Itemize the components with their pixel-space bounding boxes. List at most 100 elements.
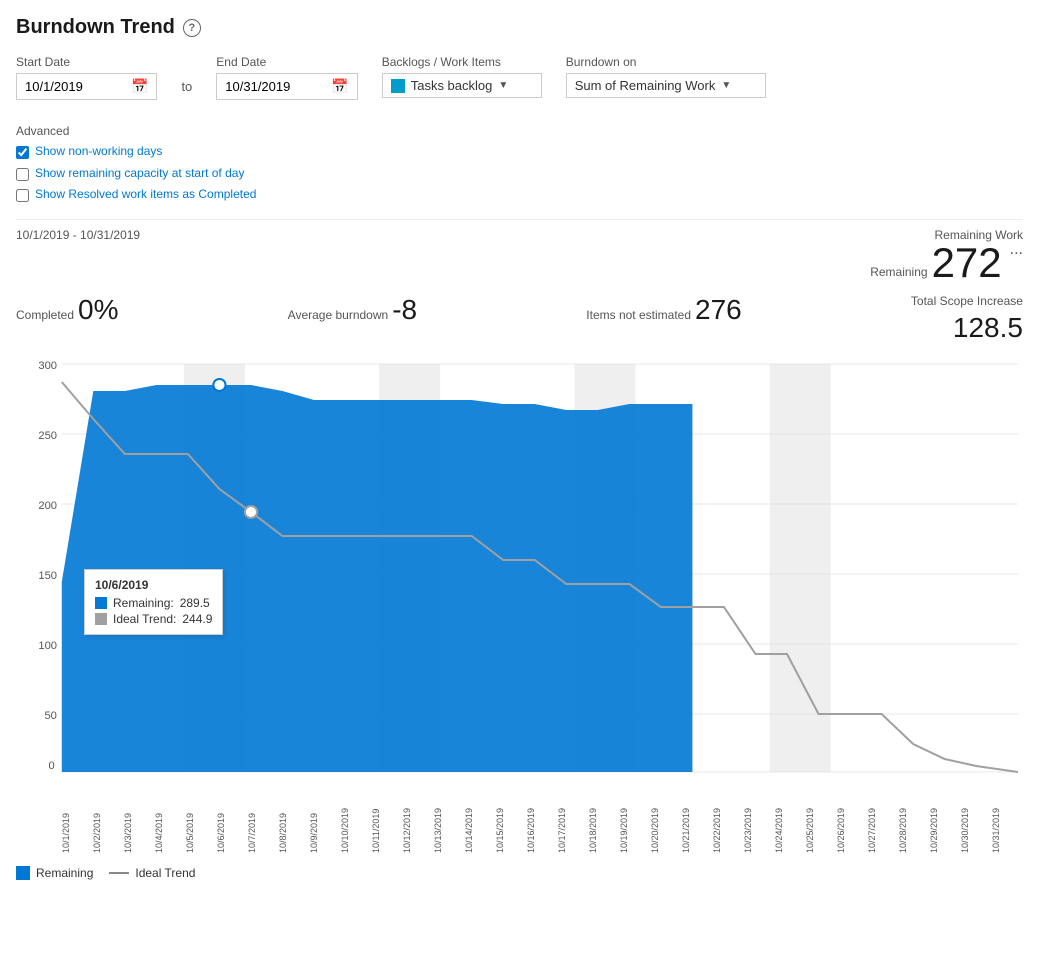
svg-text:100: 100 bbox=[38, 640, 57, 652]
svg-text:150: 150 bbox=[38, 570, 57, 582]
x-axis-label: 10/30/2019 bbox=[960, 788, 970, 853]
burndown-chevron-icon: ▼ bbox=[721, 80, 731, 91]
checkbox-resolved[interactable] bbox=[16, 189, 29, 202]
checkbox-non-working[interactable] bbox=[16, 146, 29, 159]
x-axis-label: 10/22/2019 bbox=[712, 788, 722, 853]
checkbox-row-2: Show remaining capacity at start of day bbox=[16, 166, 256, 182]
x-axis-label: 10/24/2019 bbox=[774, 788, 784, 853]
avg-burndown-label: Average burndown bbox=[288, 308, 389, 322]
x-axis-label: 10/23/2019 bbox=[743, 788, 753, 853]
total-scope-value: 128.5 bbox=[953, 312, 1023, 344]
x-axis-label: 10/19/2019 bbox=[619, 788, 629, 853]
backlog-group: Backlogs / Work Items Tasks backlog ▼ bbox=[382, 55, 542, 98]
burndown-chart: 300 250 200 150 100 50 0 bbox=[16, 354, 1023, 784]
x-axis-label: 10/21/2019 bbox=[681, 788, 691, 853]
x-axis-label: 10/5/2019 bbox=[185, 788, 195, 853]
x-axis-label: 10/6/2019 bbox=[216, 788, 226, 853]
x-axis-label: 10/13/2019 bbox=[433, 788, 443, 853]
page-title: Burndown Trend bbox=[16, 16, 175, 39]
backlog-value: Tasks backlog bbox=[411, 78, 493, 93]
x-axis-label: 10/17/2019 bbox=[557, 788, 567, 853]
checkbox3-label[interactable]: Show Resolved work items as Completed bbox=[35, 187, 256, 203]
remaining-work-box: Remaining Work Remaining 272 ... bbox=[870, 228, 1023, 284]
data-point-remaining bbox=[213, 379, 225, 391]
x-axis-label: 10/25/2019 bbox=[805, 788, 815, 853]
legend-remaining-label: Remaining bbox=[36, 866, 93, 880]
legend-ideal: Ideal Trend bbox=[109, 866, 195, 880]
checkbox1-label[interactable]: Show non-working days bbox=[35, 144, 162, 160]
checkbox-remaining-capacity[interactable] bbox=[16, 168, 29, 181]
x-axis-label: 10/28/2019 bbox=[898, 788, 908, 853]
x-axis-label: 10/12/2019 bbox=[402, 788, 412, 853]
legend-color-ideal bbox=[109, 872, 129, 874]
x-axis-label: 10/10/2019 bbox=[340, 788, 350, 853]
end-date-input[interactable] bbox=[225, 79, 325, 94]
advanced-label: Advanced bbox=[16, 124, 256, 138]
x-axis-label: 10/20/2019 bbox=[650, 788, 660, 853]
x-axis-label: 10/26/2019 bbox=[836, 788, 846, 853]
ellipsis-button[interactable]: ... bbox=[1010, 242, 1023, 258]
chart-area: 300 250 200 150 100 50 0 bbox=[16, 354, 1023, 784]
avg-burndown-value: -8 bbox=[392, 294, 417, 326]
x-axis-label: 10/4/2019 bbox=[154, 788, 164, 853]
x-axis-label: 10/9/2019 bbox=[309, 788, 319, 853]
legend-ideal-label: Ideal Trend bbox=[135, 866, 195, 880]
x-axis-label: 10/31/2019 bbox=[991, 788, 1001, 853]
x-axis-label: 10/29/2019 bbox=[929, 788, 939, 853]
chart-header: 10/1/2019 - 10/31/2019 Remaining Work Re… bbox=[16, 219, 1023, 288]
burndown-dropdown[interactable]: Sum of Remaining Work ▼ bbox=[566, 73, 766, 98]
backlog-label: Backlogs / Work Items bbox=[382, 55, 542, 69]
x-axis-label: 10/1/2019 bbox=[61, 788, 71, 853]
svg-text:300: 300 bbox=[38, 360, 57, 372]
x-axis-label: 10/7/2019 bbox=[247, 788, 257, 853]
help-icon[interactable]: ? bbox=[183, 19, 201, 37]
burndown-label: Burndown on bbox=[566, 55, 766, 69]
svg-text:50: 50 bbox=[44, 710, 56, 722]
stats-row: Completed 0% Average burndown -8 Items n… bbox=[16, 288, 1023, 354]
x-axis-label: 10/27/2019 bbox=[867, 788, 877, 853]
end-date-input-wrap[interactable]: 📅 bbox=[216, 73, 357, 100]
x-axis-label: 10/11/2019 bbox=[371, 788, 381, 853]
legend-remaining: Remaining bbox=[16, 866, 93, 880]
burndown-group: Burndown on Sum of Remaining Work ▼ bbox=[566, 55, 766, 98]
backlog-chevron-icon: ▼ bbox=[498, 80, 508, 91]
total-scope-stat: Total Scope Increase 128.5 bbox=[911, 294, 1023, 344]
items-not-estimated-label: Items not estimated bbox=[586, 308, 691, 322]
x-axis-label: 10/15/2019 bbox=[495, 788, 505, 853]
x-axis: 10/1/2019 10/2/2019 10/3/2019 10/4/2019 10/5… bbox=[61, 788, 1023, 858]
legend-row: Remaining Ideal Trend bbox=[16, 862, 1023, 880]
start-date-input-wrap[interactable]: 📅 bbox=[16, 73, 157, 100]
x-axis-label: 10/3/2019 bbox=[123, 788, 133, 853]
end-date-group: End Date 📅 bbox=[216, 55, 357, 100]
completed-label: Completed bbox=[16, 308, 74, 322]
start-date-label: Start Date bbox=[16, 55, 157, 69]
calendar-icon-end[interactable]: 📅 bbox=[331, 78, 348, 95]
total-scope-label: Total Scope Increase bbox=[911, 294, 1023, 308]
to-label: to bbox=[181, 79, 192, 100]
x-axis-labels: 10/1/2019 10/2/2019 10/3/2019 10/4/2019 10/5… bbox=[61, 788, 1001, 853]
calendar-icon-start[interactable]: 📅 bbox=[131, 78, 148, 95]
items-not-estimated-stat: Items not estimated 276 bbox=[586, 294, 741, 344]
x-axis-label: 10/18/2019 bbox=[588, 788, 598, 853]
remaining-number: 272 bbox=[932, 242, 1002, 284]
data-point-ideal bbox=[245, 506, 257, 518]
avg-burndown-stat: Average burndown -8 bbox=[288, 294, 417, 344]
remaining-sub: Remaining bbox=[870, 266, 927, 278]
backlog-color-icon bbox=[391, 79, 405, 93]
legend-color-remaining bbox=[16, 866, 30, 880]
burndown-value: Sum of Remaining Work bbox=[575, 78, 716, 93]
date-range-label: 10/1/2019 - 10/31/2019 bbox=[16, 228, 140, 242]
x-axis-label: 10/2/2019 bbox=[92, 788, 102, 853]
page-title-row: Burndown Trend ? bbox=[16, 16, 1023, 39]
svg-text:200: 200 bbox=[38, 500, 57, 512]
svg-text:250: 250 bbox=[38, 430, 57, 442]
backlog-dropdown[interactable]: Tasks backlog ▼ bbox=[382, 73, 542, 98]
start-date-input[interactable] bbox=[25, 79, 125, 94]
x-axis-label: 10/16/2019 bbox=[526, 788, 536, 853]
start-date-group: Start Date 📅 bbox=[16, 55, 157, 100]
completed-stat: Completed 0% bbox=[16, 294, 119, 344]
checkbox-row-1: Show non-working days bbox=[16, 144, 256, 160]
remaining-work-value: Remaining 272 ... bbox=[870, 242, 1023, 284]
checkbox2-label[interactable]: Show remaining capacity at start of day bbox=[35, 166, 244, 182]
svg-text:0: 0 bbox=[49, 760, 55, 772]
